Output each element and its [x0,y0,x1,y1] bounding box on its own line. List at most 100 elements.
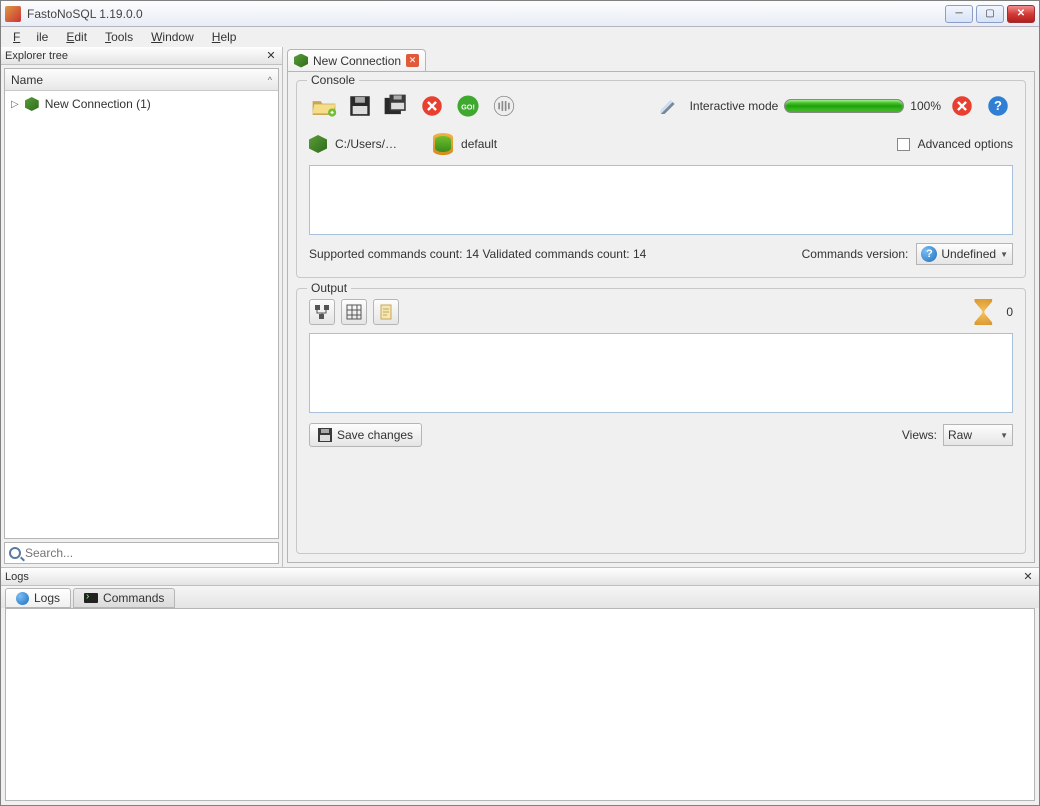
logs-close-button[interactable]: ✕ [1021,570,1035,584]
views-value: Raw [948,428,972,442]
commands-version-label: Commands version: [802,247,909,261]
query-textarea[interactable] [309,165,1013,235]
tree-body: ▷ New Connection (1) [5,91,278,538]
database-name: default [461,137,497,151]
tab-logs-label: Logs [34,591,60,605]
views-label: Views: [902,428,937,442]
console-toolbar: GO! Interactive mode 100% [309,91,1013,121]
text-view-icon [378,304,394,320]
minimize-button[interactable]: ─ [945,5,973,23]
main-area: Explorer tree ✕ Name ^ ▷ New Connection … [1,47,1039,567]
terminal-icon [84,593,98,603]
progress-bar [784,99,904,113]
cancel-button[interactable] [947,91,977,121]
clear-button[interactable] [417,91,447,121]
window-title: FastoNoSQL 1.19.0.0 [27,7,945,21]
expand-icon[interactable]: ▷ [11,99,19,110]
save-changes-button[interactable]: Save changes [309,423,422,447]
help-button[interactable]: ? [983,91,1013,121]
connection-path-row: C:/Users/… default Advanced options [309,133,1013,155]
output-textarea[interactable] [309,333,1013,413]
tree-column-name: Name [11,73,43,87]
tab-connection-icon [294,54,308,68]
tree-column-header[interactable]: Name ^ [5,69,278,91]
app-window: FastoNoSQL 1.19.0.0 ─ ▢ ✕ File Edit Tool… [0,0,1040,806]
floppy-small-icon [318,428,332,442]
save-as-button[interactable] [381,91,411,121]
menu-help[interactable]: Help [204,28,245,46]
execute-button[interactable]: GO! [453,91,483,121]
chevron-down-icon: ▼ [1000,431,1008,440]
explorer-tree: Name ^ ▷ New Connection (1) [4,68,279,539]
tree-item-label: New Connection (1) [45,97,151,111]
progress-text: 100% [910,99,941,113]
tab-new-connection[interactable]: New Connection ✕ [287,49,426,71]
save-changes-label: Save changes [337,428,413,442]
advanced-checkbox[interactable] [897,138,910,151]
text-view-button[interactable] [373,299,399,325]
menu-window[interactable]: Window [143,28,202,46]
logs-panel: Logs ✕ Logs Commands [1,567,1039,805]
views-combo[interactable]: Raw ▼ [943,424,1013,446]
menubar: File Edit Tools Window Help [1,27,1039,47]
explorer-header: Explorer tree ✕ [1,47,282,65]
interactive-mode-button[interactable] [654,91,684,121]
tree-view-button[interactable] [309,299,335,325]
output-legend: Output [307,281,351,295]
menu-edit[interactable]: Edit [58,28,95,46]
stop-button[interactable] [489,91,519,121]
output-footer: Save changes Views: Raw ▼ [309,423,1013,447]
close-button[interactable]: ✕ [1007,5,1035,23]
hourglass-icon [972,299,994,325]
logs-tabbar: Logs Commands [1,586,1039,608]
logs-header: Logs ✕ [1,568,1039,586]
console-status-row: Supported commands count: 14 Validated c… [309,243,1013,265]
tree-item[interactable]: ▷ New Connection (1) [9,95,274,113]
tab-label: New Connection [313,54,401,68]
table-view-button[interactable] [341,299,367,325]
pencil-icon [659,96,679,116]
clear-icon [419,93,445,119]
explorer-panel: Explorer tree ✕ Name ^ ▷ New Connection … [1,47,283,567]
search-icon [9,547,21,559]
help-icon: ? [985,93,1011,119]
output-count: 0 [1006,305,1013,319]
advanced-label: Advanced options [918,137,1013,151]
logs-body[interactable] [5,608,1035,801]
globe-icon [16,592,29,605]
database-icon [433,133,453,155]
app-icon [5,6,21,22]
window-controls: ─ ▢ ✕ [945,5,1035,23]
maximize-button[interactable]: ▢ [976,5,1004,23]
tab-commands[interactable]: Commands [73,588,175,608]
tab-commands-label: Commands [103,591,164,605]
tab-close-button[interactable]: ✕ [406,54,419,67]
tree-view-icon [314,304,330,320]
menu-tools[interactable]: Tools [97,28,141,46]
tab-logs[interactable]: Logs [5,588,71,608]
table-view-icon [346,304,362,320]
output-group: Output 0 [296,288,1026,554]
supported-commands-text: Supported commands count: 14 Validated c… [309,247,646,261]
explorer-title: Explorer tree [5,50,264,62]
menu-file[interactable]: File [5,28,56,46]
logs-title: Logs [5,571,1021,583]
commands-version-combo[interactable]: ? Undefined ▼ [916,243,1013,265]
open-file-button[interactable] [309,91,339,121]
explorer-close-button[interactable]: ✕ [264,49,278,63]
output-toolbar: 0 [309,299,1013,325]
floppy-multi-icon [383,93,409,119]
connection-icon [25,97,39,111]
svg-text:GO!: GO! [461,102,475,111]
interactive-mode-label: Interactive mode [690,99,779,113]
search-input[interactable] [25,546,274,560]
floppy-icon [347,93,373,119]
go-icon: GO! [455,93,481,119]
tab-content: Console [287,71,1035,563]
save-button[interactable] [345,91,375,121]
help-small-icon: ? [921,246,937,262]
svg-text:?: ? [994,98,1002,113]
search-box[interactable] [4,542,279,564]
server-icon [309,135,327,153]
titlebar: FastoNoSQL 1.19.0.0 ─ ▢ ✕ [1,1,1039,27]
